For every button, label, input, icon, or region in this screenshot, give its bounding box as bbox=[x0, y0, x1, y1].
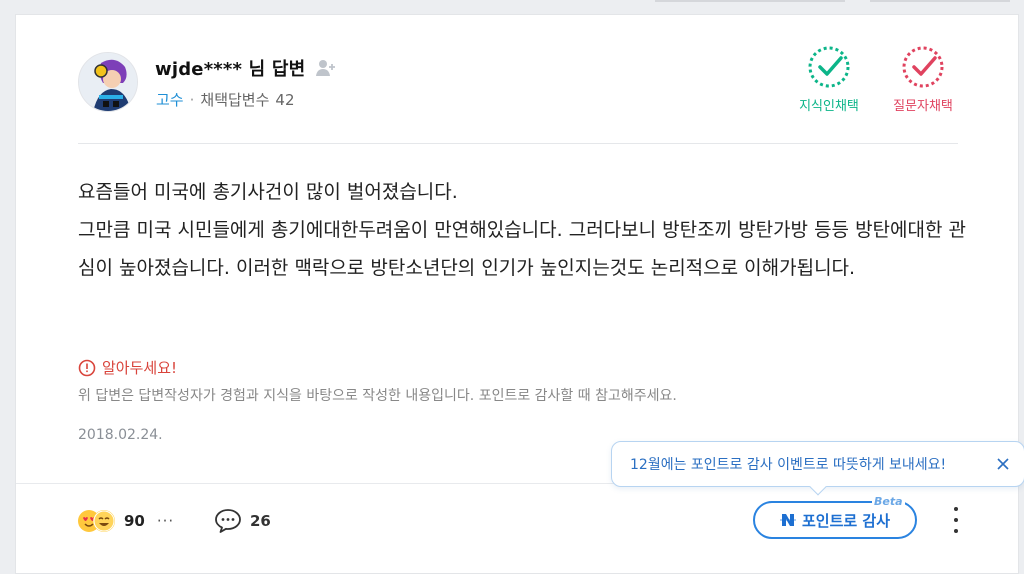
check-badge-icon bbox=[902, 46, 944, 88]
answer-paragraph: 그만큼 미국 시민들에게 총기에대한두려움이 만연해있습니다. 그러다보니 방탄… bbox=[78, 219, 966, 279]
answer-body: 요즘들어 미국에 총기사건이 많이 벌어졌습니다. 그만큼 미국 시민들에게 총… bbox=[78, 173, 978, 287]
notice-title-text: 알아두세요! bbox=[102, 359, 178, 377]
reaction-count: 90 bbox=[124, 512, 145, 530]
adopted-count: 42 bbox=[275, 90, 295, 109]
adopted-label: 채택답변수 bbox=[200, 91, 270, 109]
event-tooltip: 12월에는 포인트로 감사 이벤트로 따뜻하게 보내세요! bbox=[611, 441, 1024, 496]
comment-count: 26 bbox=[250, 512, 271, 530]
author-line: wjde**** 님 답변 bbox=[155, 55, 337, 81]
knowledge-adopted-label: 지식인채택 bbox=[799, 99, 859, 114]
adoption-badges: 지식인채택 질문자채택 bbox=[794, 45, 958, 114]
beta-tag: Beta bbox=[872, 495, 905, 508]
notice-body: 위 답변은 답변작성자가 경험과 지식을 바탕으로 작성한 내용입니다. 포인트… bbox=[78, 388, 677, 404]
author-name[interactable]: wjde**** 님 답변 bbox=[155, 55, 305, 81]
close-icon[interactable] bbox=[994, 455, 1012, 473]
author-meta: 고수 · 채택답변수 42 bbox=[156, 89, 295, 110]
grade-label[interactable]: 고수 bbox=[156, 89, 184, 110]
top-strip bbox=[0, 0, 1024, 14]
answer-date: 2018.02.24. bbox=[78, 427, 163, 443]
add-friend-icon[interactable] bbox=[315, 58, 337, 78]
answer-paragraph: 요즘들어 미국에 총기사건이 많이 벌어졌습니다. bbox=[78, 181, 458, 203]
reaction-emojis[interactable] bbox=[78, 509, 118, 533]
comment-button[interactable]: 26 bbox=[214, 508, 271, 534]
tooltip-text: 12월에는 포인트로 감사 이벤트로 따뜻하게 보내세요! bbox=[630, 457, 947, 473]
avatar[interactable] bbox=[78, 52, 138, 112]
reaction-more-button[interactable]: ··· bbox=[157, 512, 174, 530]
reaction-group[interactable]: 90 ··· bbox=[78, 509, 174, 533]
answer-card: wjde**** 님 답변 고수 · 채택답변수 42 지식인채택 질문자채택 … bbox=[15, 14, 1024, 574]
check-badge-icon bbox=[808, 46, 850, 88]
alert-circle-icon bbox=[78, 359, 96, 376]
tooltip-arrow bbox=[809, 478, 827, 496]
notice-title: 알아두세요! bbox=[78, 357, 177, 378]
knowledge-adopted-badge: 지식인채택 bbox=[794, 45, 864, 114]
questioner-adopted-label: 질문자채택 bbox=[893, 99, 953, 114]
laughing-face-icon bbox=[93, 510, 115, 532]
header-divider bbox=[78, 143, 958, 144]
naver-n-icon bbox=[779, 514, 796, 526]
questioner-adopted-badge: 질문자채택 bbox=[888, 45, 958, 114]
meta-separator: · bbox=[189, 90, 195, 109]
speech-bubble-icon bbox=[215, 509, 241, 533]
kebab-menu-icon[interactable] bbox=[946, 507, 966, 533]
point-thanks-label: 포인트로 감사 bbox=[801, 511, 891, 530]
